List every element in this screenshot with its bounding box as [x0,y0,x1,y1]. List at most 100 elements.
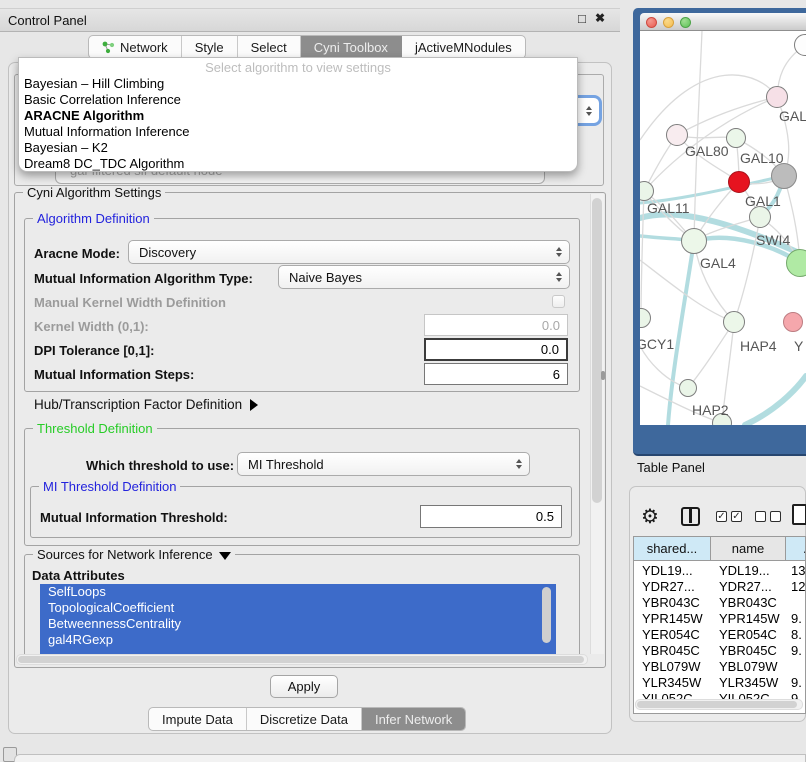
zoom-window-icon[interactable] [680,17,691,28]
network-node[interactable] [771,163,797,189]
node-table: shared... name A YDL19... YDL19... 13 YD… [633,536,806,714]
aracne-mode-combobox[interactable]: Discovery [128,240,570,264]
manual-kernel-width-label: Manual Kernel Width Definition [34,295,226,310]
attribute-item[interactable]: SelfLoops [40,584,556,600]
combo-value: MI Threshold [248,457,324,472]
control-panel-tabbar: Network Style Select Cyni Toolbox jActiv… [88,35,526,59]
node-label: GAL10 [740,150,784,166]
tab-impute-data[interactable]: Impute Data [149,708,247,730]
cell-name: YBL079W [711,659,786,675]
cell-name: YBR045C [711,643,786,659]
cell-shared-name: YER054C [634,627,711,643]
cell-shared-name: YDL19... [634,563,711,579]
screen: Control Panel □ ✖ Network Style Select C [0,0,806,762]
table-row[interactable]: YPR145W YPR145W 9. [634,611,806,627]
mi-algorithm-type-combobox[interactable]: Naive Bayes [278,265,570,289]
tab-label: Impute Data [162,712,233,727]
table-row[interactable]: YER054C YER054C 8. [634,627,806,643]
tab-jactivemnodules[interactable]: jActiveMNodules [402,36,525,58]
tab-cyni-toolbox[interactable]: Cyni Toolbox [301,36,402,58]
cell-shared-name: YBL079W [634,659,711,675]
network-node[interactable] [786,249,806,277]
cell-value: 13 [786,563,806,579]
attribute-item[interactable]: BetweennessCentrality [40,616,556,632]
tab-style[interactable]: Style [182,36,238,58]
node-label: GAL80 [685,143,729,159]
node-label: GAL4 [700,255,736,271]
tab-discretize-data[interactable]: Discretize Data [247,708,362,730]
algorithm-option[interactable]: Bayesian – Hill Climbing [19,76,577,92]
expanded-arrow-icon[interactable] [219,552,231,560]
mi-threshold-label: Mutual Information Threshold: [40,510,228,525]
network-node-gal10[interactable] [726,128,746,148]
dpi-tolerance-field[interactable]: 0.0 [424,338,568,361]
column-header-name[interactable]: name [711,537,786,561]
table-row[interactable]: YBR043C YBR043C [634,595,806,611]
which-threshold-combobox[interactable]: MI Threshold [237,452,530,476]
hub-definition-label: Hub/Transcription Factor Definition [34,397,242,412]
network-node-gal4[interactable] [681,228,707,254]
table-row[interactable]: YBL079W YBL079W [634,659,806,675]
algorithm-option-selected[interactable]: ARACNE Algorithm [19,108,577,124]
hub-definition-toggle[interactable]: Hub/Transcription Factor Definition [34,397,258,412]
cell-shared-name: YLR345W [634,675,711,691]
settings-vertical-scrollbar-thumb[interactable] [592,198,602,503]
table-row[interactable]: YBR045C YBR045C 9. [634,643,806,659]
cell-value: 9. [786,611,806,627]
table-header-row: shared... name A [634,537,806,561]
export-table-icon[interactable] [792,504,806,525]
mi-threshold-field[interactable]: 0.5 [420,505,562,528]
network-node[interactable] [783,312,803,332]
deselect-all-checks-icon[interactable] [755,511,781,522]
attribute-list-scrollbar[interactable] [542,587,551,643]
group-title: Algorithm Definition [33,211,154,226]
close-window-icon[interactable] [646,17,657,28]
mi-steps-field[interactable]: 6 [424,363,568,385]
close-panel-icon[interactable]: ✖ [595,11,605,25]
network-window-titlebar[interactable] [640,13,806,31]
spinner-icon [516,459,522,469]
table-row[interactable]: YLR345W YLR345W 9. [634,675,806,691]
gear-icon[interactable]: ⚙ [641,504,659,529]
data-attributes-list[interactable]: SelfLoops TopologicalCoefficient Between… [40,584,556,654]
table-row[interactable]: YDR27... YDR27... 12 [634,579,806,595]
table-row[interactable]: YDL19... YDL19... 13 [634,563,806,579]
panel-splitter-handle[interactable] [601,371,605,380]
attribute-item[interactable]: gal4RGexp [40,632,556,648]
float-panel-icon[interactable]: □ [578,11,586,26]
column-header-partial[interactable]: A [786,537,806,561]
combo-value: Discovery [139,245,196,260]
algorithm-option[interactable]: Basic Correlation Inference [19,92,577,108]
network-node-hap2[interactable] [679,379,697,397]
cell-value [786,659,806,675]
network-node-swi4[interactable] [749,206,771,228]
manual-kernel-width-checkbox[interactable] [552,295,565,308]
settings-horizontal-scrollbar-thumb[interactable] [18,656,584,663]
apply-button[interactable]: Apply [270,675,338,698]
tab-select[interactable]: Select [238,36,301,58]
column-header-shared-name[interactable]: shared... [634,537,711,561]
table-horizontal-scrollbar-thumb[interactable] [637,701,797,708]
network-node-gal1[interactable] [728,171,750,193]
cell-name: YBR043C [711,595,786,611]
cell-value: 12 [786,579,806,595]
column-view-icon[interactable] [681,507,700,526]
table-panel-title: Table Panel [637,460,705,475]
tab-label: Cyni Toolbox [314,40,388,55]
node-label: Y [794,338,803,354]
tab-infer-network[interactable]: Infer Network [362,708,465,730]
algorithm-option[interactable]: Dream8 DC_TDC Algorithm [19,156,577,172]
attribute-item[interactable]: TopologicalCoefficient [40,600,556,616]
network-canvas[interactable]: GAL GAL80 GAL10 GAL1 GAL11 SWI4 GAL4 GCY… [640,31,806,425]
cell-shared-name: YBR043C [634,595,711,611]
algorithm-option[interactable]: Bayesian – K2 [19,140,577,156]
node-label: HAP4 [740,338,777,354]
kernel-width-field[interactable]: 0.0 [424,314,568,336]
network-node[interactable] [766,86,788,108]
network-node-hap4[interactable] [723,311,745,333]
select-all-checks-icon[interactable]: ✓ ✓ [716,511,742,522]
control-panel-titlebar: Control Panel [0,8,620,32]
tab-network[interactable]: Network [89,36,182,58]
algorithm-option[interactable]: Mutual Information Inference [19,124,577,140]
minimize-window-icon[interactable] [663,17,674,28]
